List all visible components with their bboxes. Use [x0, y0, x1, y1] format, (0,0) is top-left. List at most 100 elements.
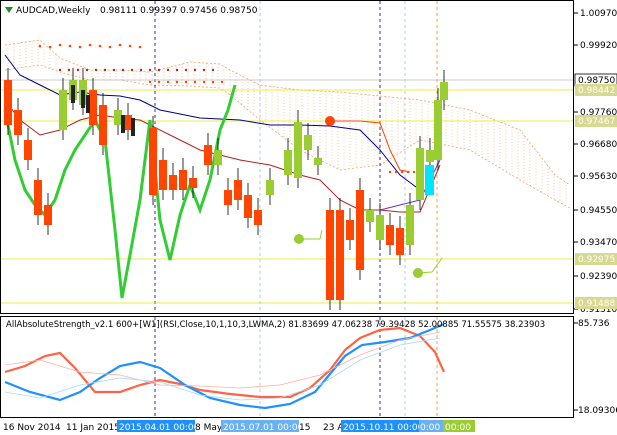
bull-candle — [314, 158, 322, 165]
price-tick: 0.92390 — [580, 272, 617, 282]
time-highlight: 00:00 — [445, 423, 471, 433]
sar-dot — [394, 170, 398, 174]
sar-dot — [193, 80, 197, 84]
time-label: 8 May — [195, 423, 223, 433]
level-label: 0.91488 — [578, 299, 615, 309]
bear-candle — [326, 210, 334, 300]
bear-candle — [99, 105, 107, 145]
bear-candle — [336, 210, 344, 300]
sar-dot — [76, 68, 80, 72]
level-label: 0.97467 — [578, 117, 615, 127]
sar-dot — [400, 170, 404, 174]
time-label: 11 Jan 2015 — [66, 423, 120, 433]
sar-dot — [38, 44, 42, 48]
sar-dot — [166, 68, 170, 72]
cyan-candle — [425, 165, 434, 195]
sar-dot — [157, 68, 161, 72]
time-highlight: 0:00 — [420, 423, 440, 433]
sar-dot — [148, 80, 152, 84]
time-axis: 16 Nov 2014 11 Jan 2015 2015.04.01 00:00… — [3, 420, 475, 433]
sar-dot — [88, 43, 92, 47]
sar-dot — [175, 68, 179, 72]
price-tick: 0.93470 — [580, 238, 617, 248]
sar-dot — [67, 68, 71, 72]
indicator-axis-bottom: 18.09306 — [578, 406, 617, 416]
chart-title: AUDCAD,Weekly — [16, 6, 91, 16]
sar-dot — [157, 80, 161, 84]
time-highlight: 2015.04.01 00:00 — [119, 423, 200, 433]
bear-candle — [189, 178, 197, 188]
bull-candle — [416, 148, 424, 200]
sar-dot — [406, 170, 410, 174]
time-highlight: 2015.10.11 00:00 — [343, 423, 424, 433]
bear-candle — [124, 115, 132, 130]
bear-candle — [356, 190, 364, 270]
sar-dot — [128, 44, 132, 48]
bear-candle — [89, 90, 97, 125]
sar-dot — [78, 45, 82, 49]
sar-dot — [85, 68, 89, 72]
price-tick: 0.99920 — [580, 41, 617, 51]
bull-candle — [266, 180, 274, 195]
sar-dot — [139, 68, 143, 72]
chart-ohlc: 0.98111 0.99397 0.97456 0.98750 — [100, 6, 258, 16]
sar-dot — [388, 170, 392, 174]
bear-candle — [386, 225, 394, 245]
sar-dot — [98, 44, 102, 48]
bear-candle — [149, 128, 157, 195]
sar-dot — [68, 44, 72, 48]
bull-candle — [434, 100, 442, 160]
bear-candle — [14, 110, 22, 135]
bear-candle — [234, 180, 242, 200]
indicator-label: AllAbsoluteStrength_v2.1 600+[W1](RSI,Cl… — [6, 320, 545, 330]
sar-dot — [184, 80, 188, 84]
bear-candle — [224, 190, 232, 205]
bull-candle — [366, 210, 374, 222]
doji-candle — [71, 85, 75, 103]
bear-candle — [396, 228, 404, 255]
sar-dot — [58, 43, 62, 47]
sar-dot — [412, 170, 416, 174]
price-axis: 1.00970 0.99920 0.97760 0.96680 0.95630 … — [574, 9, 617, 315]
sar-dot — [193, 68, 197, 72]
sar-dot — [211, 80, 215, 84]
bear-candle — [24, 140, 32, 160]
bear-candle — [4, 80, 12, 125]
price-tick: 0.94550 — [580, 206, 617, 216]
indicator-axis-top: 85.736 — [578, 319, 610, 329]
bear-candle — [34, 180, 42, 215]
bull-candle — [214, 150, 222, 165]
time-label: 16 Nov 2014 — [3, 423, 61, 433]
mt4-chart-window[interactable]: AUDCAD,Weekly 0.98111 0.99397 0.97456 0.… — [0, 0, 617, 435]
sar-dot — [103, 68, 107, 72]
doji-candle — [121, 115, 125, 133]
sar-dot — [175, 80, 179, 84]
price-tick: 0.95630 — [580, 172, 617, 182]
indicator-pane-frame — [0, 316, 574, 418]
bear-candle — [44, 205, 52, 225]
chart-canvas[interactable]: AUDCAD,Weekly 0.98111 0.99397 0.97456 0.… — [0, 0, 617, 435]
sar-dot — [148, 68, 152, 72]
level-label: 0.92975 — [578, 255, 615, 265]
sar-dot — [118, 43, 122, 47]
level-label: 0.98442 — [578, 86, 615, 96]
bear-candle — [204, 145, 212, 165]
sar-dot — [130, 68, 134, 72]
sar-dot — [220, 80, 224, 84]
sar-dot — [108, 45, 112, 49]
time-highlight: 2015.07.01 00:00 — [223, 423, 304, 433]
bear-candle — [254, 210, 262, 225]
bull-candle — [59, 90, 67, 130]
sar-dot — [112, 68, 116, 72]
bull-candle — [376, 215, 384, 240]
sar-dot — [184, 68, 188, 72]
bear-candle — [346, 220, 354, 240]
price-tick: 1.00970 — [580, 9, 617, 19]
time-label: 15 — [299, 423, 310, 433]
sar-dot — [121, 68, 125, 72]
sar-dot — [48, 45, 52, 49]
bear-candle — [179, 170, 187, 190]
bull-candle — [304, 135, 312, 150]
doji-candle — [131, 118, 135, 136]
bear-candle — [244, 195, 252, 218]
